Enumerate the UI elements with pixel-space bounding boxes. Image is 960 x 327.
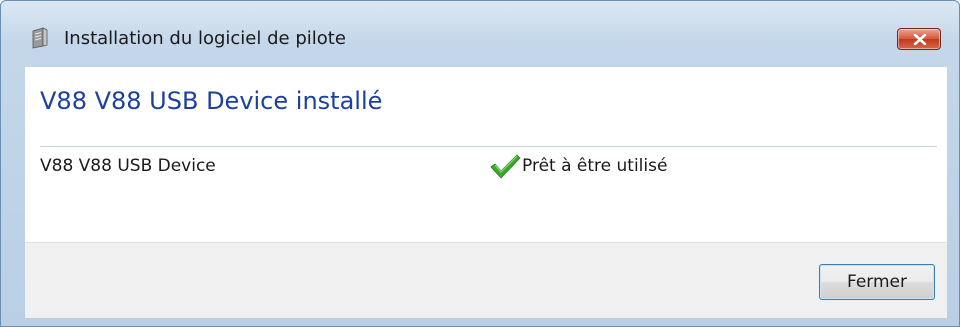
content-area: V88 V88 USB Device installé V88 V88 USB … [25, 67, 947, 242]
device-name: V88 V88 USB Device [40, 156, 216, 176]
close-button[interactable] [897, 28, 941, 50]
button-bar: Fermer [25, 242, 947, 318]
green-checkmark-icon [490, 154, 521, 179]
driver-software-icon [32, 27, 48, 49]
driver-install-dialog: Installation du logiciel de pilote V88 V… [0, 0, 960, 327]
device-status-label: Prêt à être utilisé [522, 156, 668, 176]
separator [40, 146, 937, 147]
close-icon [913, 34, 927, 45]
install-heading: V88 V88 USB Device installé [40, 87, 383, 115]
fermer-button[interactable]: Fermer [819, 264, 935, 300]
title-bar[interactable]: Installation du logiciel de pilote [1, 1, 959, 61]
window-title: Installation du logiciel de pilote [64, 28, 346, 49]
